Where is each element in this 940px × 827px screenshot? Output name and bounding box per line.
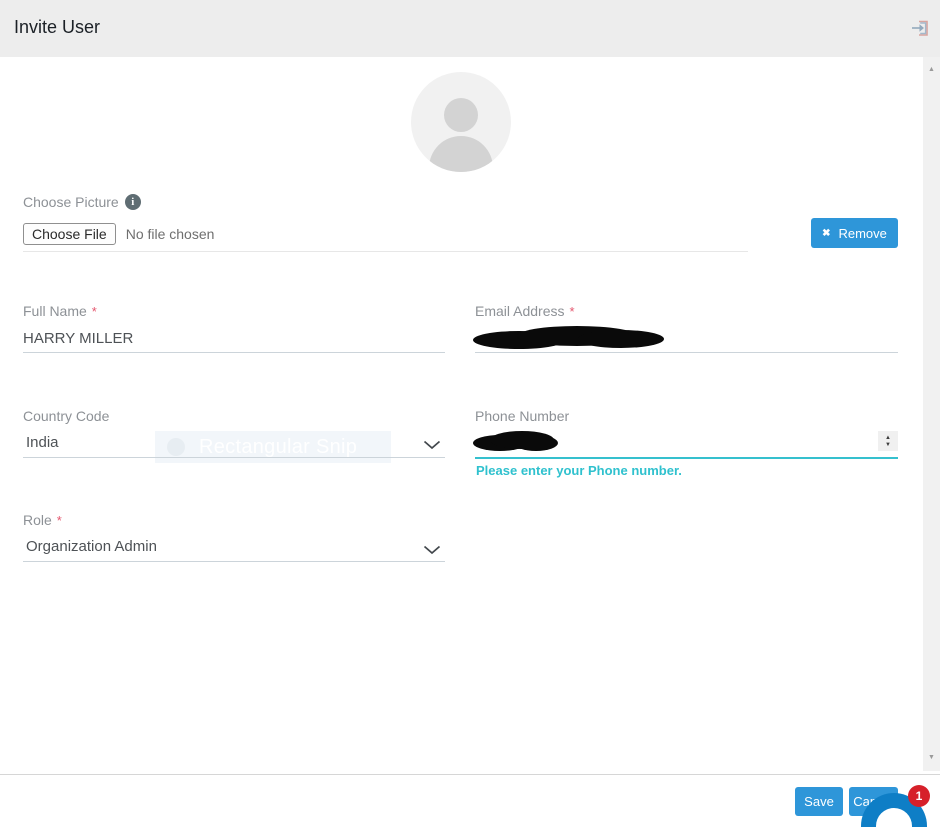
header-bar: Invite User <box>0 0 940 57</box>
phone-label: Phone Number <box>475 408 569 424</box>
footer-divider <box>0 774 940 775</box>
email-label: Email Address <box>475 303 564 319</box>
file-input-row: Choose File No file chosen <box>23 223 214 245</box>
role-label: Role <box>23 512 52 528</box>
chat-widget[interactable]: 1 <box>861 793 927 827</box>
watermark-text: Rectangular Snip <box>199 436 357 459</box>
remove-x-icon: ✖ <box>822 228 830 239</box>
country-code-underline <box>23 457 445 458</box>
avatar-silhouette-head <box>444 98 478 132</box>
choose-file-button[interactable]: Choose File <box>23 223 116 245</box>
choose-picture-row: Choose Picture i <box>23 194 141 210</box>
chevron-down-icon[interactable] <box>423 437 441 455</box>
file-input-underline <box>23 251 748 252</box>
country-code-label: Country Code <box>23 408 109 424</box>
save-button[interactable]: Save <box>795 787 843 816</box>
full-name-underline <box>23 352 445 353</box>
full-name-input[interactable]: HARRY MILLER <box>23 330 133 347</box>
role-select[interactable]: Organization Admin <box>26 538 157 555</box>
required-asterisk: * <box>92 304 97 319</box>
avatar-silhouette-body <box>429 136 493 172</box>
invite-user-page: Invite User Choose Picture i Choose File… <box>0 0 940 827</box>
notification-badge: 1 <box>908 785 930 807</box>
required-asterisk: * <box>569 304 574 319</box>
remove-button-label: Remove <box>838 226 886 241</box>
info-icon[interactable]: i <box>125 194 141 210</box>
role-field: Role * <box>23 512 62 528</box>
stepper-down-icon[interactable]: ▼ <box>885 442 891 448</box>
remove-picture-button[interactable]: ✖ Remove <box>811 218 898 248</box>
snip-dot-icon <box>167 438 185 456</box>
no-file-chosen-text: No file chosen <box>126 226 215 242</box>
exit-icon[interactable] <box>909 17 931 39</box>
chat-face-icon <box>876 808 912 827</box>
country-code-select[interactable]: India <box>26 434 59 451</box>
stepper-up-icon[interactable]: ▲ <box>885 435 891 441</box>
avatar <box>411 72 511 172</box>
rectangular-snip-watermark: Rectangular Snip <box>155 431 391 463</box>
role-underline <box>23 561 445 562</box>
phone-number-stepper[interactable]: ▲ ▼ <box>878 431 898 451</box>
email-field: Email Address * <box>475 303 575 319</box>
country-code-field: Country Code <box>23 408 109 424</box>
required-asterisk: * <box>57 513 62 528</box>
email-redaction-scribble[interactable] <box>473 324 665 356</box>
chevron-down-icon[interactable] <box>423 542 441 560</box>
phone-validation-message: Please enter your Phone number. <box>476 463 682 478</box>
phone-field: Phone Number <box>475 408 569 424</box>
vertical-scrollbar[interactable]: ▲ ▼ <box>923 57 940 771</box>
scroll-up-icon[interactable]: ▲ <box>923 63 940 77</box>
full-name-label: Full Name <box>23 303 87 319</box>
phone-redaction-scribble[interactable] <box>473 429 561 458</box>
page-title: Invite User <box>14 17 100 38</box>
choose-picture-label: Choose Picture <box>23 194 119 210</box>
scroll-down-icon[interactable]: ▼ <box>923 751 940 765</box>
full-name-field: Full Name * <box>23 303 97 319</box>
